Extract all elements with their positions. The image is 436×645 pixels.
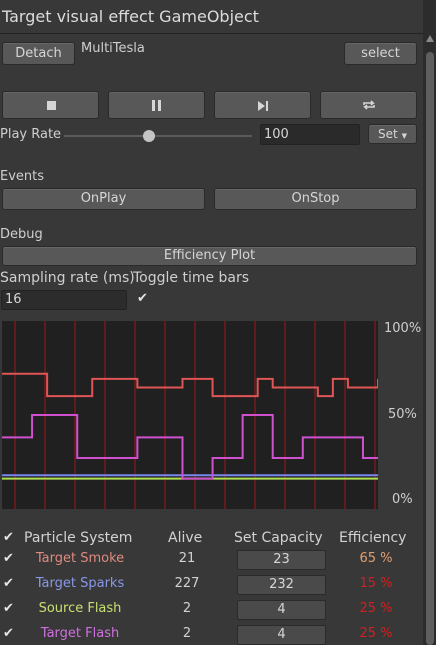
row-alive: 2 bbox=[182, 626, 192, 641]
y-tick-100: 100% bbox=[384, 321, 422, 336]
toggle-time-bars-checkbox[interactable]: ✔ bbox=[137, 292, 151, 306]
stop-button[interactable] bbox=[2, 91, 99, 119]
target-name: MultiTesla bbox=[81, 41, 145, 56]
header-particle-system: Particle System bbox=[24, 530, 133, 546]
row-capacity-field[interactable]: 23 bbox=[237, 550, 326, 570]
row-checkbox[interactable]: ✔ bbox=[3, 552, 17, 566]
efficiency-chart bbox=[2, 321, 378, 509]
row-capacity-field[interactable]: 4 bbox=[237, 625, 326, 645]
row-checkbox[interactable]: ✔ bbox=[3, 602, 17, 616]
pause-icon bbox=[152, 100, 162, 111]
toggle-time-bars-label: Toggle time bars bbox=[133, 270, 250, 286]
table-row: ✔ Target Smoke 21 23 65 % bbox=[0, 548, 423, 573]
y-tick-50: 50% bbox=[388, 407, 417, 422]
row-alive: 2 bbox=[182, 601, 192, 616]
panel-title: Target visual effect GameObject bbox=[0, 0, 423, 34]
debug-label: Debug bbox=[0, 227, 43, 242]
slider-track bbox=[64, 135, 252, 137]
row-name: Target Sparks bbox=[35, 576, 125, 591]
table-row: ✔ Target Sparks 227 232 15 % bbox=[0, 573, 423, 598]
header-set-capacity: Set Capacity bbox=[234, 530, 323, 546]
header-alive: Alive bbox=[168, 530, 203, 546]
series-line-target-flash bbox=[2, 414, 378, 480]
series-line-target-smoke bbox=[2, 372, 378, 398]
row-name: Target Flash bbox=[40, 626, 120, 641]
sampling-rate-label: Sampling rate (ms) bbox=[0, 270, 135, 286]
set-dropdown[interactable]: Set ▼ bbox=[368, 124, 417, 144]
play-rate-field[interactable]: 100 bbox=[260, 124, 360, 145]
dropdown-arrow-icon: ▼ bbox=[401, 132, 407, 140]
row-capacity-field[interactable]: 4 bbox=[237, 600, 326, 620]
row-alive: 21 bbox=[178, 551, 196, 566]
row-capacity-field[interactable]: 232 bbox=[237, 575, 326, 595]
select-all-checkbox[interactable]: ✔ bbox=[3, 531, 17, 545]
row-efficiency: 25 % bbox=[359, 626, 393, 641]
sampling-rate-field[interactable]: 16 bbox=[1, 290, 127, 310]
efficiency-plot-button[interactable]: Efficiency Plot bbox=[2, 246, 417, 266]
header-efficiency: Efficiency bbox=[339, 530, 407, 546]
on-play-button[interactable]: OnPlay bbox=[2, 188, 205, 210]
step-icon bbox=[258, 101, 268, 111]
row-efficiency: 25 % bbox=[359, 601, 393, 616]
slider-thumb[interactable] bbox=[142, 130, 155, 142]
y-tick-0: 0% bbox=[392, 492, 413, 507]
pause-button[interactable] bbox=[108, 91, 205, 119]
set-label: Set bbox=[378, 127, 398, 141]
row-name: Source Flash bbox=[38, 601, 122, 616]
on-stop-button[interactable]: OnStop bbox=[214, 188, 417, 210]
step-button[interactable] bbox=[214, 91, 311, 119]
play-rate-slider[interactable] bbox=[64, 129, 252, 143]
table-row: ✔ Target Flash 2 4 25 % bbox=[0, 623, 423, 645]
row-efficiency: 15 % bbox=[359, 576, 393, 591]
restart-button[interactable] bbox=[320, 91, 417, 119]
row-checkbox[interactable]: ✔ bbox=[3, 627, 17, 641]
events-label: Events bbox=[0, 169, 45, 184]
row-name: Target Smoke bbox=[35, 551, 125, 566]
scrollbar-thumb[interactable] bbox=[426, 52, 434, 645]
row-efficiency: 65 % bbox=[359, 551, 393, 566]
restart-icon bbox=[363, 100, 375, 110]
play-rate-label: Play Rate bbox=[0, 127, 62, 142]
stop-icon bbox=[47, 101, 56, 110]
detach-button[interactable]: Detach bbox=[2, 42, 75, 65]
vfx-control-panel: Target visual effect GameObject Detach M… bbox=[0, 0, 423, 645]
scroll-up-icon[interactable] bbox=[425, 34, 435, 44]
select-button[interactable]: select bbox=[344, 42, 417, 65]
row-alive: 227 bbox=[174, 576, 200, 591]
table-row: ✔ Source Flash 2 4 25 % bbox=[0, 598, 423, 623]
row-checkbox[interactable]: ✔ bbox=[3, 577, 17, 591]
